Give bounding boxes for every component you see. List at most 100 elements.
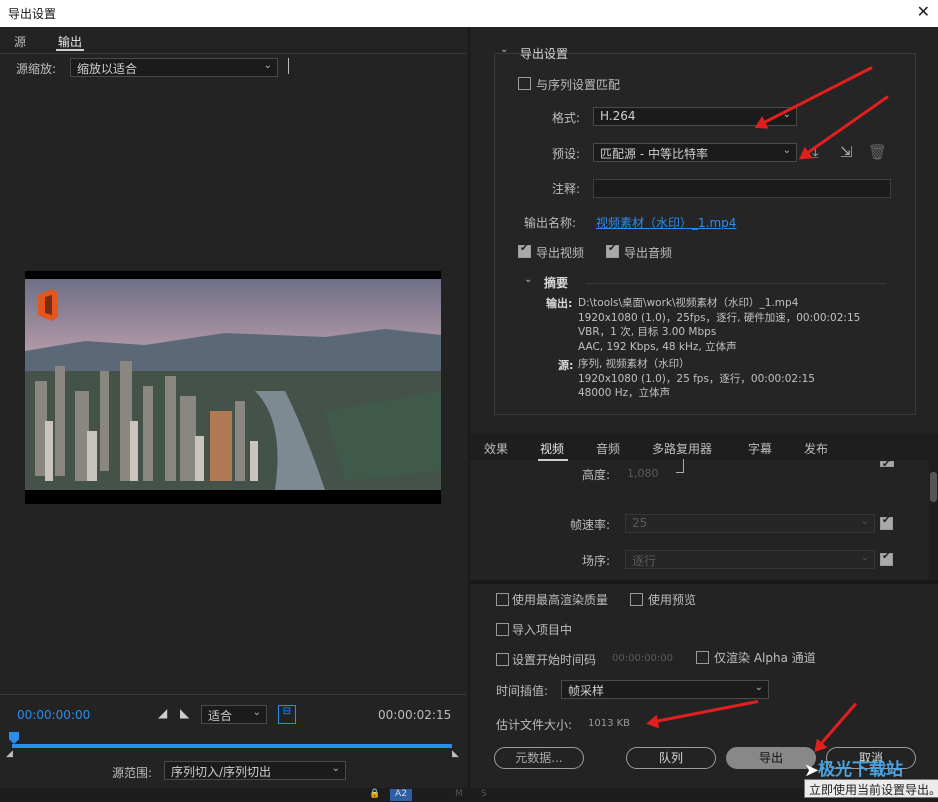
video-preview <box>25 271 441 504</box>
queue-button[interactable]: 队列 <box>626 747 716 769</box>
range-value: 序列切入/序列切出 <box>171 765 272 779</box>
match-sequence-label: 与序列设置匹配 <box>536 78 621 92</box>
start-timecode-checkbox[interactable] <box>496 653 509 666</box>
fps-match-checkbox[interactable] <box>880 515 893 530</box>
chevron-down-icon: ⌄ <box>860 516 869 527</box>
interp-label: 时间插值: <box>496 684 549 698</box>
summary-output-line: AAC, 192 Kbps, 48 kHz, 立体声 <box>578 340 737 353</box>
tab-video[interactable]: 视频 <box>540 440 564 457</box>
field-order-dropdown[interactable]: 逐行 ⌄ <box>625 550 875 569</box>
field-order-value: 逐行 <box>632 554 657 568</box>
watermark-text: 极光下载站 <box>818 760 903 780</box>
format-value: H.264 <box>600 109 636 123</box>
playhead[interactable] <box>9 732 19 744</box>
chevron-down-icon: ⌄ <box>860 552 869 563</box>
import-preset-icon[interactable]: ⇲ <box>840 143 853 161</box>
alpha-only-checkbox[interactable] <box>696 651 709 664</box>
export-video-label: 导出视频 <box>536 246 585 260</box>
tab-effects[interactable]: 效果 <box>484 440 508 457</box>
city-frame-image <box>25 271 441 504</box>
fps-value: 25 <box>632 516 648 530</box>
tab-source[interactable]: 源 <box>14 33 26 50</box>
max-quality-label: 使用最高渲染质量 <box>512 593 609 607</box>
tab-captions[interactable]: 字幕 <box>748 440 772 457</box>
match-sequence-checkbox[interactable] <box>518 77 531 90</box>
metadata-button[interactable]: 元数据... <box>494 747 584 769</box>
output-name-link[interactable]: 视频素材（水印）_1.mp4 <box>596 214 736 231</box>
scrollbar[interactable] <box>929 460 938 580</box>
divider <box>0 694 466 695</box>
range-dropdown[interactable]: 序列切入/序列切出 ⌄ <box>164 761 346 780</box>
summary-output-line: 1920x1080 (1.0)，25fps，逐行, 硬件加速，00:00:02:… <box>578 311 861 324</box>
mark-out-icon[interactable]: ◣ <box>180 706 189 720</box>
divider <box>586 283 886 284</box>
preset-dropdown[interactable]: 匹配源 - 中等比特率 ⌄ <box>593 143 797 162</box>
interp-dropdown[interactable]: 帧采样 ⌄ <box>561 680 769 699</box>
summary-source-label: 源: <box>558 359 574 372</box>
tab-multiplexer[interactable]: 多路复用器 <box>652 440 712 457</box>
export-button[interactable]: 导出 <box>726 747 816 769</box>
zoom-value: 缩放以适合 <box>77 62 138 76</box>
in-point-icon[interactable]: ◢ <box>6 749 13 759</box>
range-label: 源范围: <box>112 766 153 780</box>
field-order-match-checkbox[interactable] <box>880 551 893 566</box>
preset-label: 预设: <box>552 147 581 161</box>
interp-value: 帧采样 <box>568 684 605 698</box>
tab-publish[interactable]: 发布 <box>804 440 828 457</box>
preview-panel: 源 输出 源缩放: 缩放以适合 ⌄ 00:00:00:00 ◢ ◣ 适合 ⌄ ⊟… <box>0 27 466 802</box>
mark-in-icon[interactable]: ◢ <box>158 706 167 720</box>
use-preview-checkbox[interactable] <box>630 593 643 606</box>
title-bar: 导出设置 ✕ <box>0 0 938 27</box>
tab-output[interactable]: 输出 <box>58 33 82 50</box>
fit-dropdown[interactable]: 适合 ⌄ <box>201 705 267 724</box>
zoom-dropdown[interactable]: 缩放以适合 ⌄ <box>70 58 278 77</box>
divider <box>588 53 888 54</box>
track-a2[interactable]: A2 <box>390 789 412 801</box>
output-name-label: 输出名称: <box>524 216 577 230</box>
out-point-icon[interactable]: ◣ <box>452 749 459 759</box>
max-quality-checkbox[interactable] <box>496 593 509 606</box>
fps-label: 帧速率: <box>570 518 611 532</box>
scrollbar-thumb[interactable] <box>930 472 937 502</box>
start-timecode-label: 设置开始时间码 <box>512 653 597 667</box>
zoom-label: 源缩放: <box>16 62 57 76</box>
import-project-label: 导入项目中 <box>512 623 573 637</box>
collapse-icon[interactable]: ⌄ <box>524 274 532 285</box>
timeline-bar[interactable] <box>12 744 452 748</box>
format-label: 格式: <box>552 111 581 125</box>
divider <box>470 580 938 584</box>
timecode-start[interactable]: 00:00:00:00 <box>17 708 90 722</box>
export-video-checkbox[interactable] <box>518 243 531 258</box>
mute-button[interactable]: M <box>455 789 463 799</box>
fps-dropdown[interactable]: 25 ⌄ <box>625 514 875 533</box>
field-order-label: 场序: <box>582 554 611 568</box>
summary-source-line: 1920x1080 (1.0)，25 fps，逐行，00:00:02:15 <box>578 372 815 385</box>
import-project-checkbox[interactable] <box>496 623 509 636</box>
delete-preset-icon[interactable]: 🗑 <box>868 143 887 161</box>
format-dropdown[interactable]: H.264 ⌄ <box>593 107 797 126</box>
summary-output-label: 输出: <box>546 297 573 310</box>
height-label: 高度: <box>582 468 611 482</box>
start-timecode-value[interactable]: 00:00:00:00 <box>612 653 673 664</box>
link-bracket-icon <box>676 459 684 473</box>
timecode-end: 00:00:02:15 <box>378 708 452 722</box>
lock-icon: 🔒 <box>369 789 381 799</box>
filesize-label: 估计文件大小: <box>496 718 573 732</box>
chevron-down-icon: ⌄ <box>252 707 261 718</box>
divider <box>0 53 466 54</box>
summary-source-line: 48000 Hz，立体声 <box>578 387 671 399</box>
export-audio-label: 导出音频 <box>624 246 673 260</box>
filesize-value: 1013 KB <box>588 718 631 729</box>
height-value: 1,080 <box>627 467 659 480</box>
aspect-ratio-icon[interactable]: ⊟ <box>278 705 296 724</box>
tab-audio[interactable]: 音频 <box>596 440 620 457</box>
solo-button[interactable]: S <box>481 789 487 799</box>
close-icon[interactable]: ✕ <box>917 2 930 21</box>
chevron-down-icon: ⌄ <box>331 763 340 774</box>
height-match-checkbox[interactable] <box>880 459 894 470</box>
collapse-icon[interactable]: ⌄ <box>500 44 508 55</box>
export-audio-checkbox[interactable] <box>606 243 619 258</box>
comment-input[interactable] <box>593 179 891 198</box>
section-title: 导出设置 <box>520 47 569 61</box>
summary-source-line: 序列, 视频素材（水印） <box>578 358 690 370</box>
